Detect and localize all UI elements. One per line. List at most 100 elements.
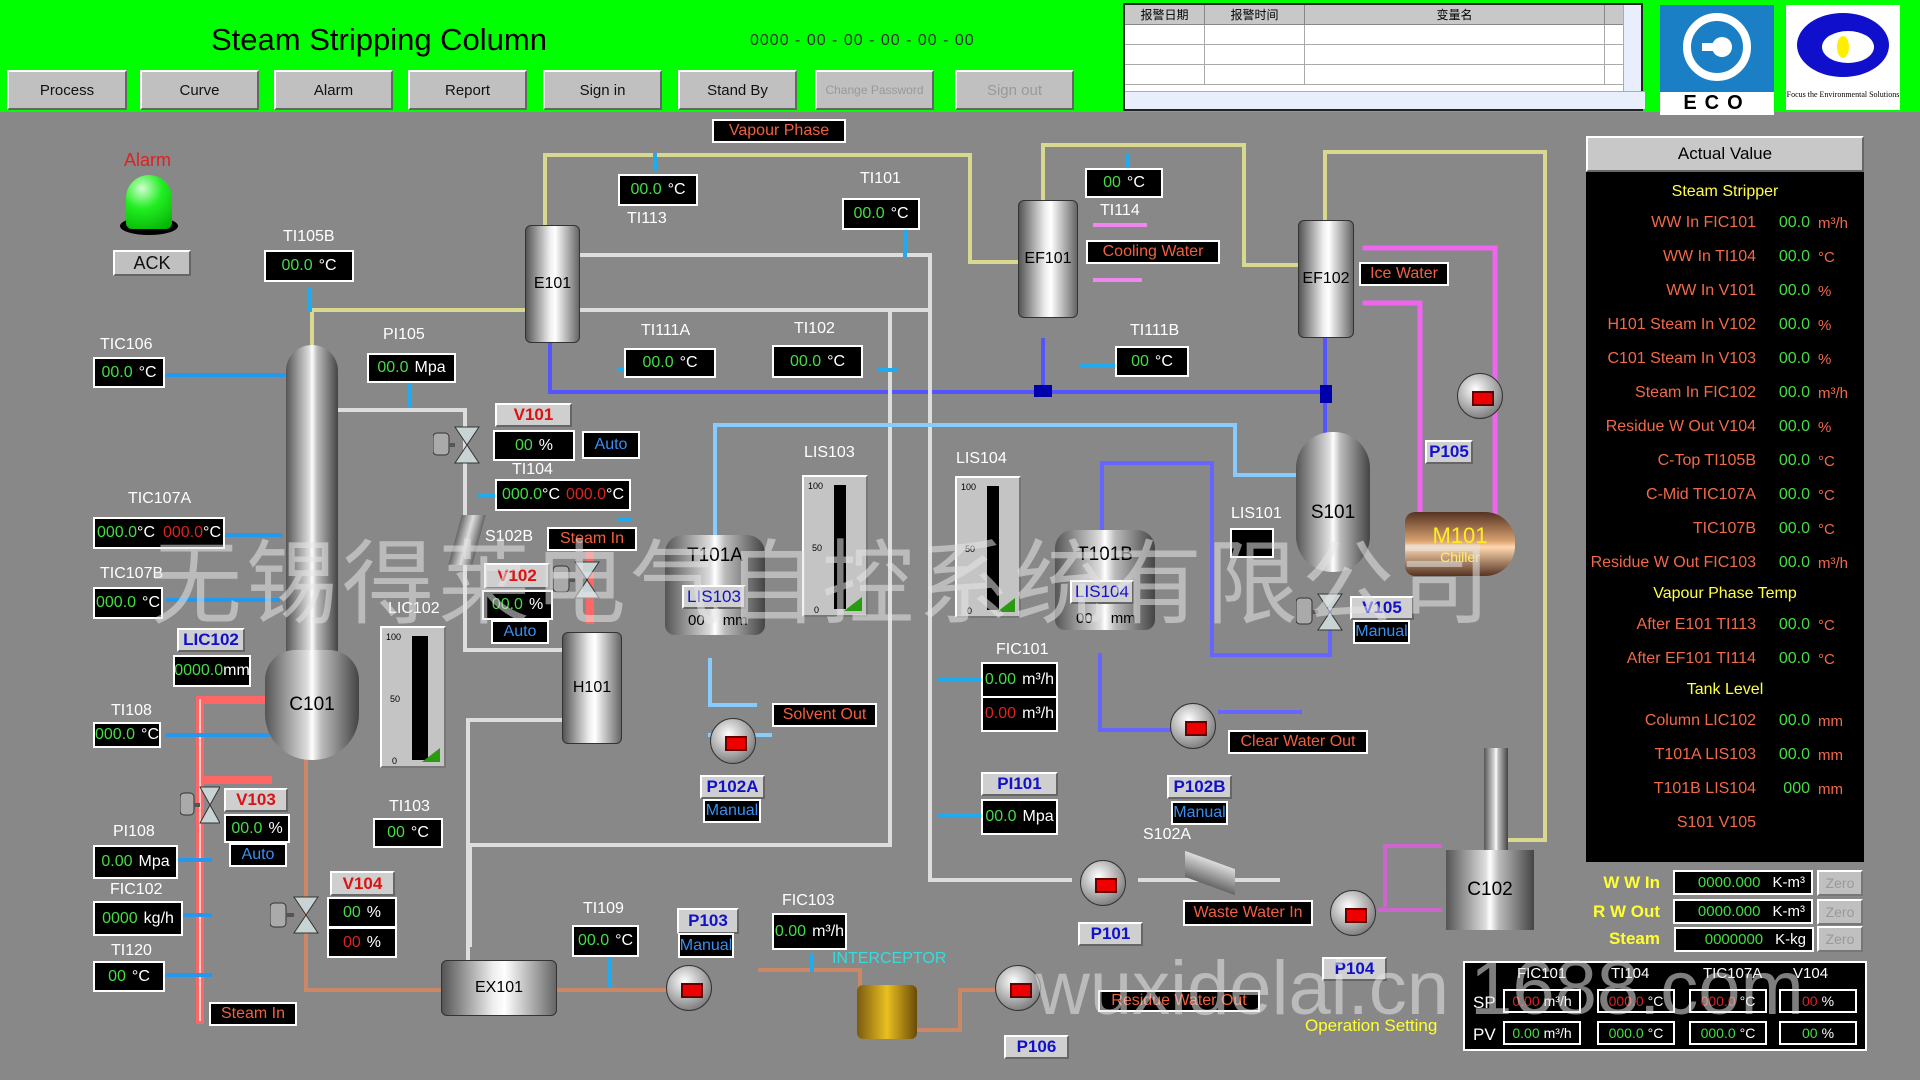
pump-p103-icon[interactable] — [666, 965, 712, 1011]
section-steam-stripper: Steam Stripper — [1671, 183, 1779, 200]
p102b-button[interactable]: P102B — [1167, 775, 1232, 799]
p106-button[interactable]: P106 — [1004, 1035, 1069, 1059]
actual-value-row: Steam In FIC102 00.0 m³/h — [1586, 376, 1864, 410]
fic102-tag: FIC102 — [110, 881, 163, 898]
fic103-display[interactable]: 0.00 m³/h — [772, 913, 847, 950]
v101-mode[interactable]: Auto — [582, 431, 640, 459]
valve-v105-icon[interactable] — [1296, 592, 1348, 632]
row-value: 000 — [1783, 780, 1810, 797]
p103-button[interactable]: P103 — [677, 908, 739, 934]
exchanger-ex101[interactable]: EX101 — [441, 960, 557, 1016]
lis103-level-gauge: 100 50 0 — [802, 475, 868, 617]
v101-button[interactable]: V101 — [495, 403, 572, 427]
row-unit: m³/h — [1818, 214, 1848, 232]
pump-p102b-icon[interactable] — [1170, 703, 1216, 749]
totalizer-ww-in-zero-button[interactable]: Zero — [1817, 870, 1863, 896]
row-value: 00.0 — [1778, 616, 1810, 633]
chiller-m101[interactable]: M101 Chiller — [1405, 512, 1515, 576]
level-pointer-icon[interactable] — [997, 598, 1015, 612]
lis104-gauge-tag: LIS104 — [956, 450, 1007, 467]
v103-button[interactable]: V103 — [224, 788, 288, 812]
row-value: 00.0 — [1778, 746, 1810, 763]
totalizer-rw-out-zero-button[interactable]: Zero — [1817, 899, 1863, 925]
v105-button[interactable]: V105 — [1350, 596, 1414, 620]
opset-fic101-sp-field[interactable]: 0.00 m³/h — [1503, 989, 1581, 1013]
row-unit: mm — [1818, 780, 1843, 798]
pump-p102a-icon[interactable] — [710, 718, 756, 764]
pump-p105-icon[interactable] — [1457, 373, 1503, 419]
pv-row-label: PV — [1473, 1025, 1496, 1044]
valve-v101-icon[interactable] — [433, 425, 488, 465]
valve-v102-icon[interactable] — [553, 560, 603, 600]
row-value: 00.0 — [1778, 452, 1810, 469]
interceptor-tank[interactable] — [857, 985, 917, 1039]
separator-s101[interactable]: S101 — [1296, 432, 1370, 572]
p102a-button[interactable]: P102A — [700, 775, 765, 799]
actual-value-row: T101A LIS103 00.0 mm — [1586, 738, 1864, 772]
level-pointer-icon[interactable] — [422, 748, 440, 762]
t101b-label: T101B — [1077, 544, 1133, 565]
ack-button[interactable]: ACK — [113, 250, 191, 276]
totalizer-ww-in-display: 0000.000 K-m³ — [1673, 870, 1813, 895]
pump-p101-icon[interactable] — [1080, 860, 1126, 906]
tic106-display[interactable]: 00.0 °C — [93, 357, 165, 388]
opset-v104-sp-field[interactable]: 00% — [1779, 989, 1857, 1013]
opset-column-tag: FIC101 — [1517, 965, 1567, 982]
v103-mode[interactable]: Auto — [229, 843, 287, 867]
pi101-button[interactable]: PI101 — [981, 772, 1058, 796]
ti102-display: 00.0 °C — [772, 345, 863, 378]
p101-button[interactable]: P101 — [1078, 922, 1143, 946]
p102b-mode[interactable]: Manual — [1171, 801, 1228, 825]
lic102-gauge-tag: LIC102 — [388, 600, 440, 617]
p105-button[interactable]: P105 — [1425, 440, 1473, 464]
p104-button[interactable]: P104 — [1322, 957, 1387, 981]
opset-ti104-sp-field[interactable]: 000.0 °C — [1597, 989, 1675, 1013]
v102-button[interactable]: V102 — [484, 563, 550, 589]
v104-sp-display[interactable]: 00% — [327, 927, 397, 958]
section-tank-level: Tank Level — [1686, 681, 1764, 698]
row-unit: mm — [1818, 746, 1843, 764]
v105-mode[interactable]: Manual — [1353, 620, 1410, 644]
row-unit: °C — [1818, 616, 1835, 634]
p103-mode[interactable]: Manual — [678, 933, 734, 958]
valve-v103-icon[interactable] — [180, 785, 220, 825]
opset-tic107a-sp-field[interactable]: 000.0 °C — [1689, 989, 1767, 1013]
lic102-button[interactable]: LIC102 — [177, 628, 245, 652]
lis101-tag: LIS101 — [1231, 505, 1282, 522]
actual-value-row: C-Mid TIC107A 00.0 °C — [1586, 478, 1864, 512]
v104-button[interactable]: V104 — [330, 871, 395, 896]
row-unit: % — [1818, 418, 1832, 436]
fic101-sp-display[interactable]: 0.00 m³/h — [981, 696, 1058, 732]
fic102-display[interactable]: 0000 kg/h — [93, 901, 183, 936]
tic107b-tag: TIC107B — [100, 565, 164, 582]
exchanger-e101[interactable]: E101 — [525, 225, 580, 343]
v102-mode[interactable]: Auto — [491, 620, 549, 644]
exchanger-ef102[interactable]: EF102 — [1298, 220, 1354, 338]
s102a-tag: S102A — [1143, 826, 1192, 843]
pump-p104-icon[interactable] — [1330, 890, 1376, 936]
ti104-display[interactable]: 000.0 °C 000.0 °C — [495, 479, 631, 511]
exchanger-ef101[interactable]: EF101 — [1018, 200, 1078, 318]
level-pointer-icon[interactable] — [844, 597, 862, 611]
row-unit: °C — [1818, 486, 1835, 504]
operation-setting-label: Operation Setting — [1305, 1016, 1438, 1035]
column-c101[interactable]: C101 — [265, 650, 359, 760]
valve-v104-icon[interactable] — [270, 895, 320, 935]
row-unit: % — [1818, 316, 1832, 334]
lis103-button[interactable]: LIS103 — [682, 585, 746, 609]
section-vapour-phase-temp: Vapour Phase Temp — [1653, 585, 1797, 602]
v101-display: 00% — [493, 430, 575, 461]
row-unit: °C — [1818, 650, 1835, 668]
vapour-phase-label: Vapour Phase — [712, 119, 846, 143]
opset-column-tag: TIC107A — [1703, 965, 1763, 982]
p102a-mode[interactable]: Manual — [703, 799, 761, 823]
tic107a-display[interactable]: 000.0 °C 000.0 °C — [93, 517, 225, 549]
totalizer-steam-zero-button[interactable]: Zero — [1817, 926, 1863, 952]
ti108-tag: TI108 — [111, 702, 152, 719]
column-c102[interactable]: C102 — [1446, 850, 1534, 930]
ti114-tag: TI114 — [1100, 202, 1140, 219]
lis104-button[interactable]: LIS104 — [1070, 580, 1134, 604]
pump-p106-icon[interactable] — [995, 965, 1041, 1011]
heater-h101[interactable]: H101 — [562, 632, 622, 744]
waste-water-in-label: Waste Water In — [1183, 900, 1313, 926]
